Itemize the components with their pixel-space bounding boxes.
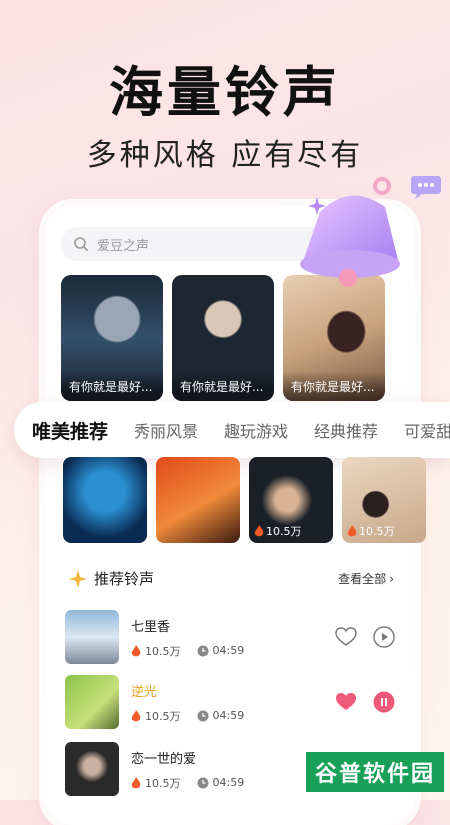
plays-count: 10.5万 xyxy=(131,643,181,659)
clock-icon xyxy=(197,710,208,721)
ringtone-thumbnails: 10.5万 10.5万 xyxy=(63,457,426,543)
song-art xyxy=(65,742,119,796)
duration: 04:59 xyxy=(197,644,244,657)
ringtone-thumb[interactable] xyxy=(156,457,240,543)
hero-title: 海量铃声 xyxy=(109,61,341,124)
ringtone-thumb[interactable]: 10.5万 xyxy=(342,457,426,543)
plays-count: 10.5万 xyxy=(131,708,181,724)
flame-icon xyxy=(131,776,141,788)
watermark-logo: 谷普软件园 xyxy=(306,752,444,792)
song-row[interactable]: 七里香 10.5万 04:59 xyxy=(65,609,395,665)
bell-icon xyxy=(300,177,400,287)
sparkle-icon xyxy=(69,569,87,588)
song-row[interactable]: 逆光 10.5万 04:59 xyxy=(65,674,395,730)
song-art xyxy=(65,610,119,664)
flame-icon xyxy=(131,709,141,721)
flame-icon xyxy=(254,525,264,537)
thumb-count: 10.5万 xyxy=(347,523,395,539)
plays-count: 10.5万 xyxy=(131,775,181,791)
song-art xyxy=(65,675,119,729)
ringtone-thumb[interactable]: 10.5万 xyxy=(249,457,333,543)
category-tabs: 唯美推荐 秀丽风景 趣玩游戏 经典推荐 可爱甜 xyxy=(14,402,450,458)
heart-filled-icon[interactable] xyxy=(335,692,357,712)
view-all-link[interactable]: 查看全部 › xyxy=(338,570,394,587)
song-name: 七里香 xyxy=(131,619,171,635)
featured-caption: 有你就是最好... xyxy=(172,371,274,401)
play-button-icon[interactable] xyxy=(373,626,395,648)
section-header: 推荐铃声 查看全部 › xyxy=(68,568,394,589)
tab-category[interactable]: 可爱甜 xyxy=(404,418,450,442)
song-name: 逆光 xyxy=(131,684,158,700)
sparkle-icon xyxy=(308,197,326,215)
hero-subtitle: 多种风格 应有尽有 xyxy=(86,138,364,173)
featured-card[interactable]: 有你就是最好... xyxy=(172,275,274,401)
duration: 04:59 xyxy=(197,709,244,722)
duration: 04:59 xyxy=(197,776,244,789)
chevron-right-icon: › xyxy=(389,571,394,586)
search-placeholder: 爱豆之声 xyxy=(97,238,150,254)
tab-category[interactable]: 唯美推荐 xyxy=(32,417,108,444)
section-title: 推荐铃声 xyxy=(94,570,155,588)
flame-icon xyxy=(131,644,141,656)
pause-button-icon[interactable] xyxy=(373,691,395,713)
search-icon xyxy=(74,237,89,252)
tab-category[interactable]: 秀丽风景 xyxy=(134,418,198,442)
tab-category[interactable]: 经典推荐 xyxy=(314,418,378,442)
thumb-count: 10.5万 xyxy=(254,523,302,539)
flame-icon xyxy=(347,525,357,537)
clock-icon xyxy=(197,645,208,656)
clock-icon xyxy=(197,777,208,788)
ringtone-thumb[interactable] xyxy=(63,457,147,543)
featured-card[interactable]: 有你就是最好... xyxy=(61,275,163,401)
tab-category[interactable]: 趣玩游戏 xyxy=(224,418,288,442)
featured-caption: 有你就是最好... xyxy=(61,371,163,401)
featured-caption: 有你就是最好... xyxy=(283,371,385,401)
chat-bubble-icon xyxy=(411,176,441,199)
heart-icon[interactable] xyxy=(335,627,357,647)
